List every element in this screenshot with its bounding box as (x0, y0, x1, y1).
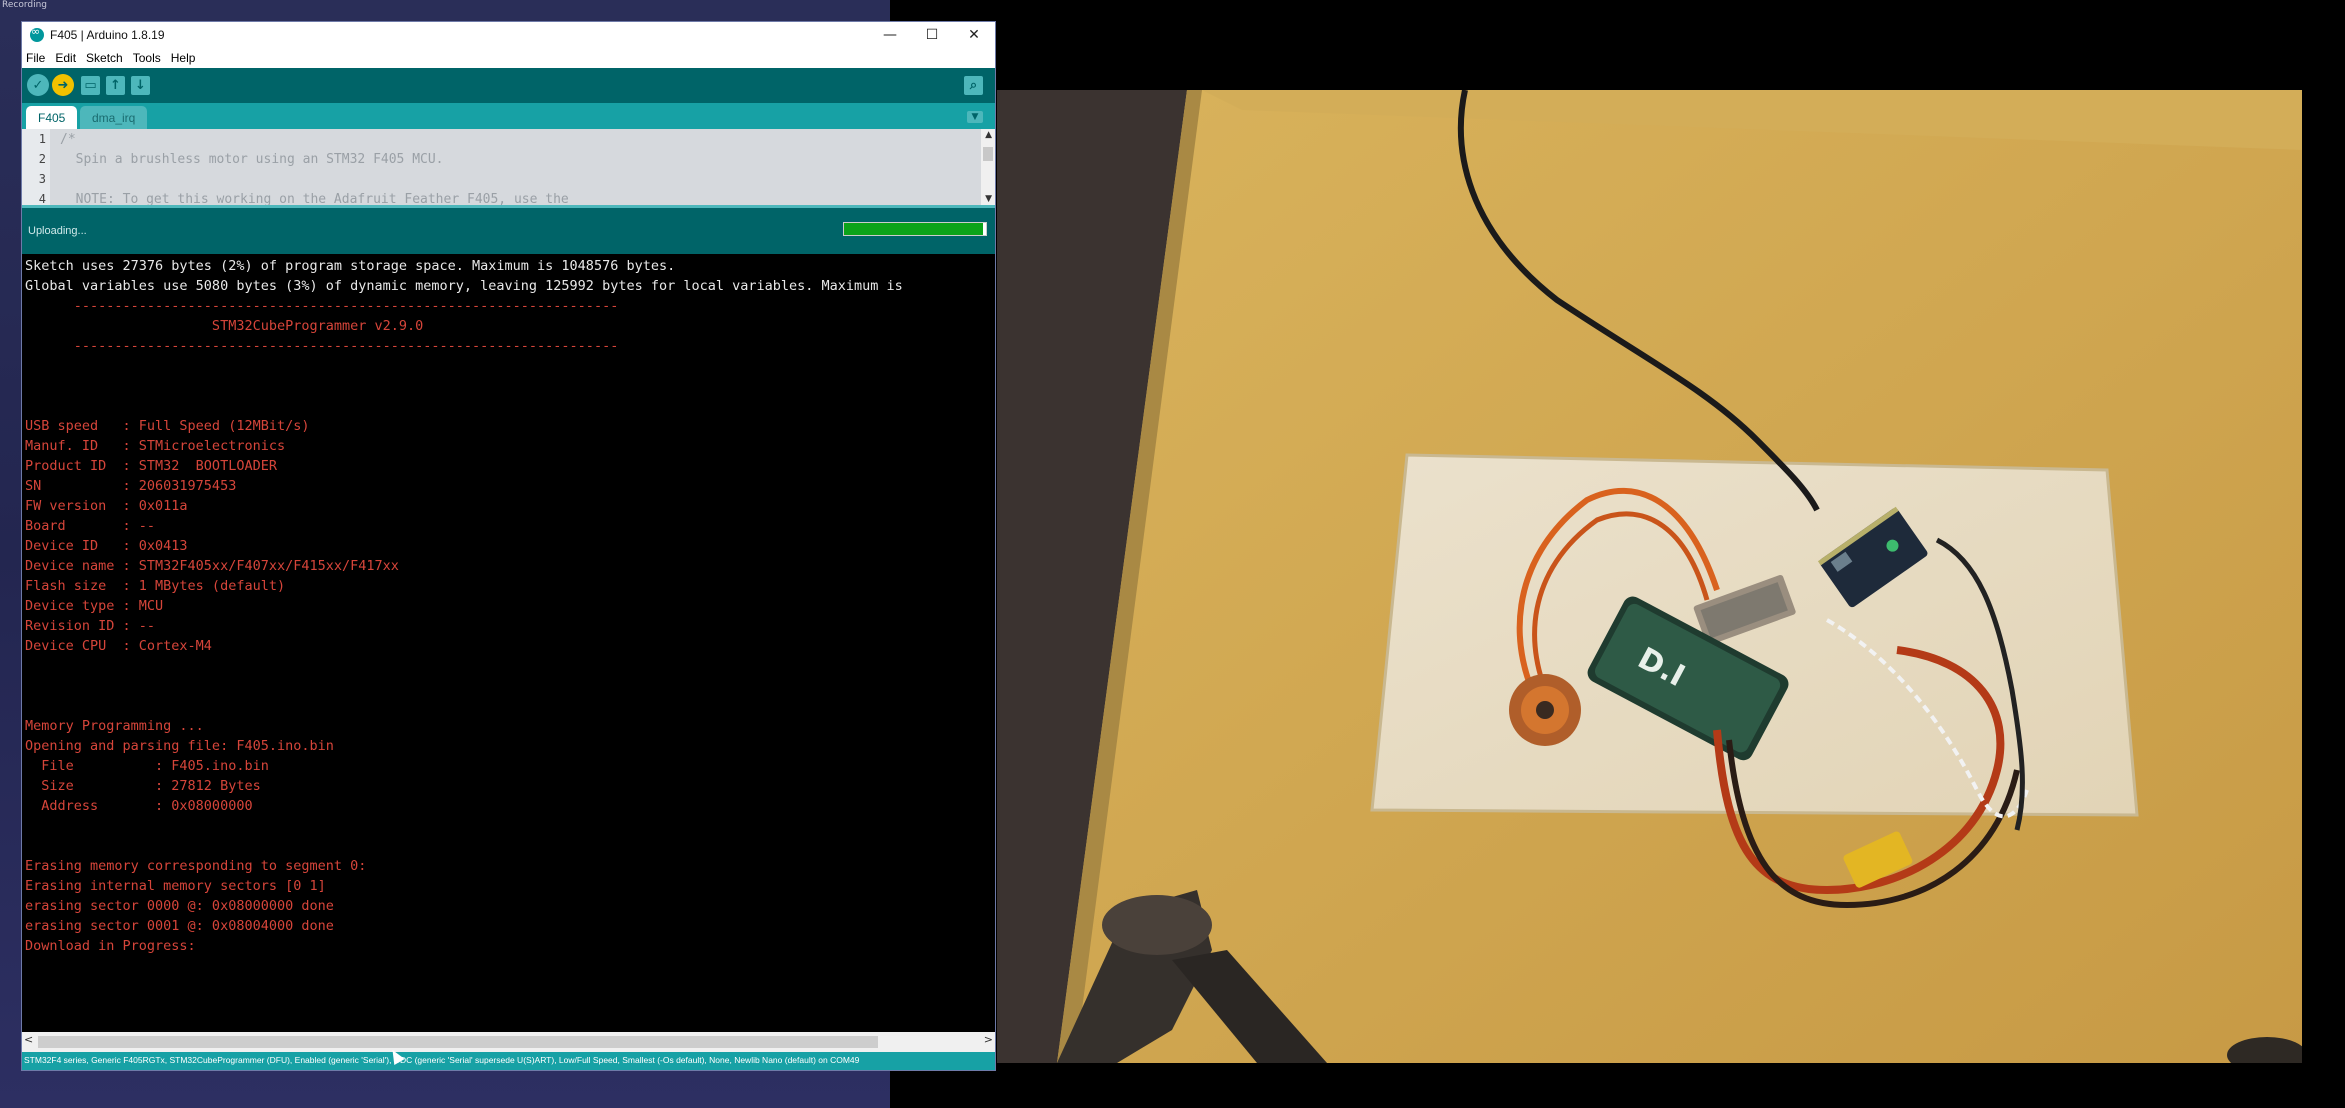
menu-edit[interactable]: Edit (55, 51, 76, 65)
tab-f405[interactable]: F405 (26, 106, 78, 129)
menu-bar: File Edit Sketch Tools Help (22, 47, 995, 68)
upload-progress-fill (844, 223, 984, 235)
menu-sketch[interactable]: Sketch (86, 51, 123, 65)
menu-tools[interactable]: Tools (133, 51, 161, 65)
console-line: File : F405.ino.bin (25, 758, 269, 774)
console-line: Product ID : STM32 BOOTLOADER (25, 458, 277, 474)
console-line: Device name : STM32F405xx/F407xx/F415xx/… (25, 558, 399, 574)
line-number: 1 (38, 132, 46, 146)
serial-monitor-button[interactable]: ⌕ (964, 76, 983, 95)
line-number: 4 (38, 192, 46, 205)
line-number: 3 (38, 172, 46, 186)
console-line: Download in Progress: (25, 938, 196, 954)
console-line: Memory Programming ... (25, 718, 204, 734)
console-line: Sketch uses 27376 bytes (2%) of program … (25, 258, 676, 274)
console-scroll-thumb[interactable] (38, 1036, 878, 1048)
console-line: Global variables use 5080 bytes (3%) of … (25, 278, 903, 294)
menu-help[interactable]: Help (171, 51, 196, 65)
camera-feed: D.I (997, 90, 2302, 1063)
console-line: SN : 206031975453 (25, 478, 237, 494)
title-bar[interactable]: F405 | Arduino 1.8.19 — ☐ ✕ (22, 22, 995, 47)
console-line: Erasing internal memory sectors [0 1] (25, 878, 326, 894)
save-sketch-button[interactable]: ↓ (131, 76, 150, 95)
upload-button[interactable]: ➜ (52, 74, 74, 96)
console-line: Revision ID : -- (25, 618, 156, 634)
arduino-window: F405 | Arduino 1.8.19 — ☐ ✕ File Edit Sk… (21, 21, 996, 1071)
console-line: FW version : 0x011a (25, 498, 188, 514)
editor-scroll-thumb[interactable] (983, 147, 993, 161)
console-line: Address : 0x08000000 (25, 798, 253, 814)
camera-scene-image: D.I (997, 90, 2302, 1063)
code-editor[interactable]: 1 2 3 4 /* Spin a brushless motor using … (22, 129, 995, 205)
verify-button[interactable]: ✓ (27, 74, 49, 96)
new-sketch-button[interactable]: ▭ (81, 76, 100, 95)
console-line: Board : -- (25, 518, 156, 534)
menu-file[interactable]: File (26, 51, 45, 65)
console-line: ----------------------------------------… (25, 298, 619, 314)
console-line: Device CPU : Cortex-M4 (25, 638, 212, 654)
toolbar: ✓ ➜ ▭ ↑ ↓ ⌕ (22, 68, 995, 103)
tab-dma-irq[interactable]: dma_irq (80, 106, 148, 129)
board-info-text: STM32F4 series, Generic F405RGTx, STM32C… (24, 1055, 860, 1065)
console-line: Flash size : 1 MBytes (default) (25, 578, 286, 594)
console-line: ----------------------------------------… (25, 338, 619, 354)
console-line: Erasing memory corresponding to segment … (25, 858, 367, 874)
status-bar: Uploading... (22, 205, 995, 254)
tab-bar: F405 dma_irq ▼ (22, 103, 995, 129)
console-line: Size : 27812 Bytes (25, 778, 261, 794)
scroll-down-icon[interactable]: ▼ (985, 194, 992, 204)
window-title: F405 | Arduino 1.8.19 (50, 27, 165, 42)
maximize-button[interactable]: ☐ (911, 22, 953, 47)
console-line: Device ID : 0x0413 (25, 538, 188, 554)
console-line: erasing sector 0000 @: 0x08000000 done (25, 898, 334, 914)
line-number: 2 (38, 152, 46, 166)
console-line: USB speed : Full Speed (12MBit/s) (25, 418, 310, 434)
console-line: Device type : MCU (25, 598, 164, 614)
console-line: Opening and parsing file: F405.ino.bin (25, 738, 334, 754)
arduino-app-icon (30, 25, 44, 42)
desktop-label: Recording (2, 0, 48, 10)
console-line: STM32CubeProgrammer v2.9.0 (25, 318, 424, 334)
output-console[interactable]: Sketch uses 27376 bytes (2%) of program … (22, 254, 995, 1052)
board-info-footer: STM32F4 series, Generic F405RGTx, STM32C… (22, 1052, 995, 1070)
close-button[interactable]: ✕ (953, 22, 995, 47)
status-text: Uploading... (28, 225, 87, 237)
tab-menu-chevron-icon[interactable]: ▼ (967, 111, 983, 123)
code-line: /* (60, 132, 76, 147)
minimize-button[interactable]: — (869, 22, 911, 47)
scroll-left-icon[interactable]: < (24, 1033, 33, 1046)
console-line: Manuf. ID : STMicroelectronics (25, 438, 286, 454)
editor-vertical-scrollbar[interactable]: ▲ ▼ (981, 129, 995, 205)
code-line: Spin a brushless motor using an STM32 F4… (60, 152, 444, 167)
open-sketch-button[interactable]: ↑ (106, 76, 125, 95)
upload-progress-bar (843, 222, 987, 236)
scroll-right-icon[interactable]: > (984, 1033, 993, 1046)
scroll-up-icon[interactable]: ▲ (985, 130, 992, 140)
code-line: NOTE: To get this working on the Adafrui… (60, 192, 569, 205)
console-line: erasing sector 0001 @: 0x08004000 done (25, 918, 334, 934)
console-horizontal-scrollbar[interactable]: < > (22, 1032, 995, 1052)
